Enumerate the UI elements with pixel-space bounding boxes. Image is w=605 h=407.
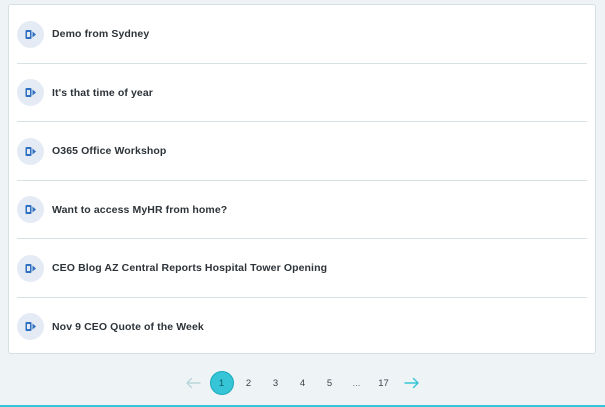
page-button[interactable]: 5: [316, 371, 343, 395]
page-button[interactable]: 2: [235, 371, 262, 395]
list-item-title[interactable]: Demo from Sydney: [52, 28, 149, 40]
news-card: Demo from Sydney It's that time of year …: [8, 4, 596, 354]
document-icon: [17, 79, 44, 107]
document-icon: [17, 196, 44, 224]
list-item-title[interactable]: Nov 9 CEO Quote of the Week: [52, 321, 204, 333]
list-item-title[interactable]: CEO Blog AZ Central Reports Hospital Tow…: [52, 262, 327, 274]
list-item[interactable]: It's that time of year: [9, 64, 595, 123]
page-ellipsis: ...: [352, 377, 361, 389]
document-icon: [17, 254, 44, 282]
list-item-title[interactable]: Want to access MyHR from home?: [52, 204, 227, 216]
pagination: 1 2 3 4 5 ... 17: [0, 370, 605, 396]
arrow-right-icon: [404, 377, 419, 389]
prev-page-button[interactable]: [178, 371, 208, 395]
list-item-title[interactable]: It's that time of year: [52, 87, 153, 99]
document-icon: [17, 137, 44, 165]
arrow-left-icon: [186, 377, 201, 389]
list-item[interactable]: Demo from Sydney: [9, 5, 595, 64]
page-button-last[interactable]: 17: [370, 371, 397, 395]
next-page-button[interactable]: [397, 371, 427, 395]
list-item[interactable]: Want to access MyHR from home?: [9, 181, 595, 240]
news-list: Demo from Sydney It's that time of year …: [9, 5, 595, 356]
page-button[interactable]: 3: [262, 371, 289, 395]
list-item[interactable]: CEO Blog AZ Central Reports Hospital Tow…: [9, 239, 595, 298]
list-item-title[interactable]: O365 Office Workshop: [52, 145, 166, 157]
document-icon: [17, 20, 44, 48]
page-button-current[interactable]: 1: [209, 371, 234, 395]
document-icon: [17, 313, 44, 341]
list-item[interactable]: O365 Office Workshop: [9, 122, 595, 181]
page-button[interactable]: 4: [289, 371, 316, 395]
list-item[interactable]: Nov 9 CEO Quote of the Week: [9, 298, 595, 357]
